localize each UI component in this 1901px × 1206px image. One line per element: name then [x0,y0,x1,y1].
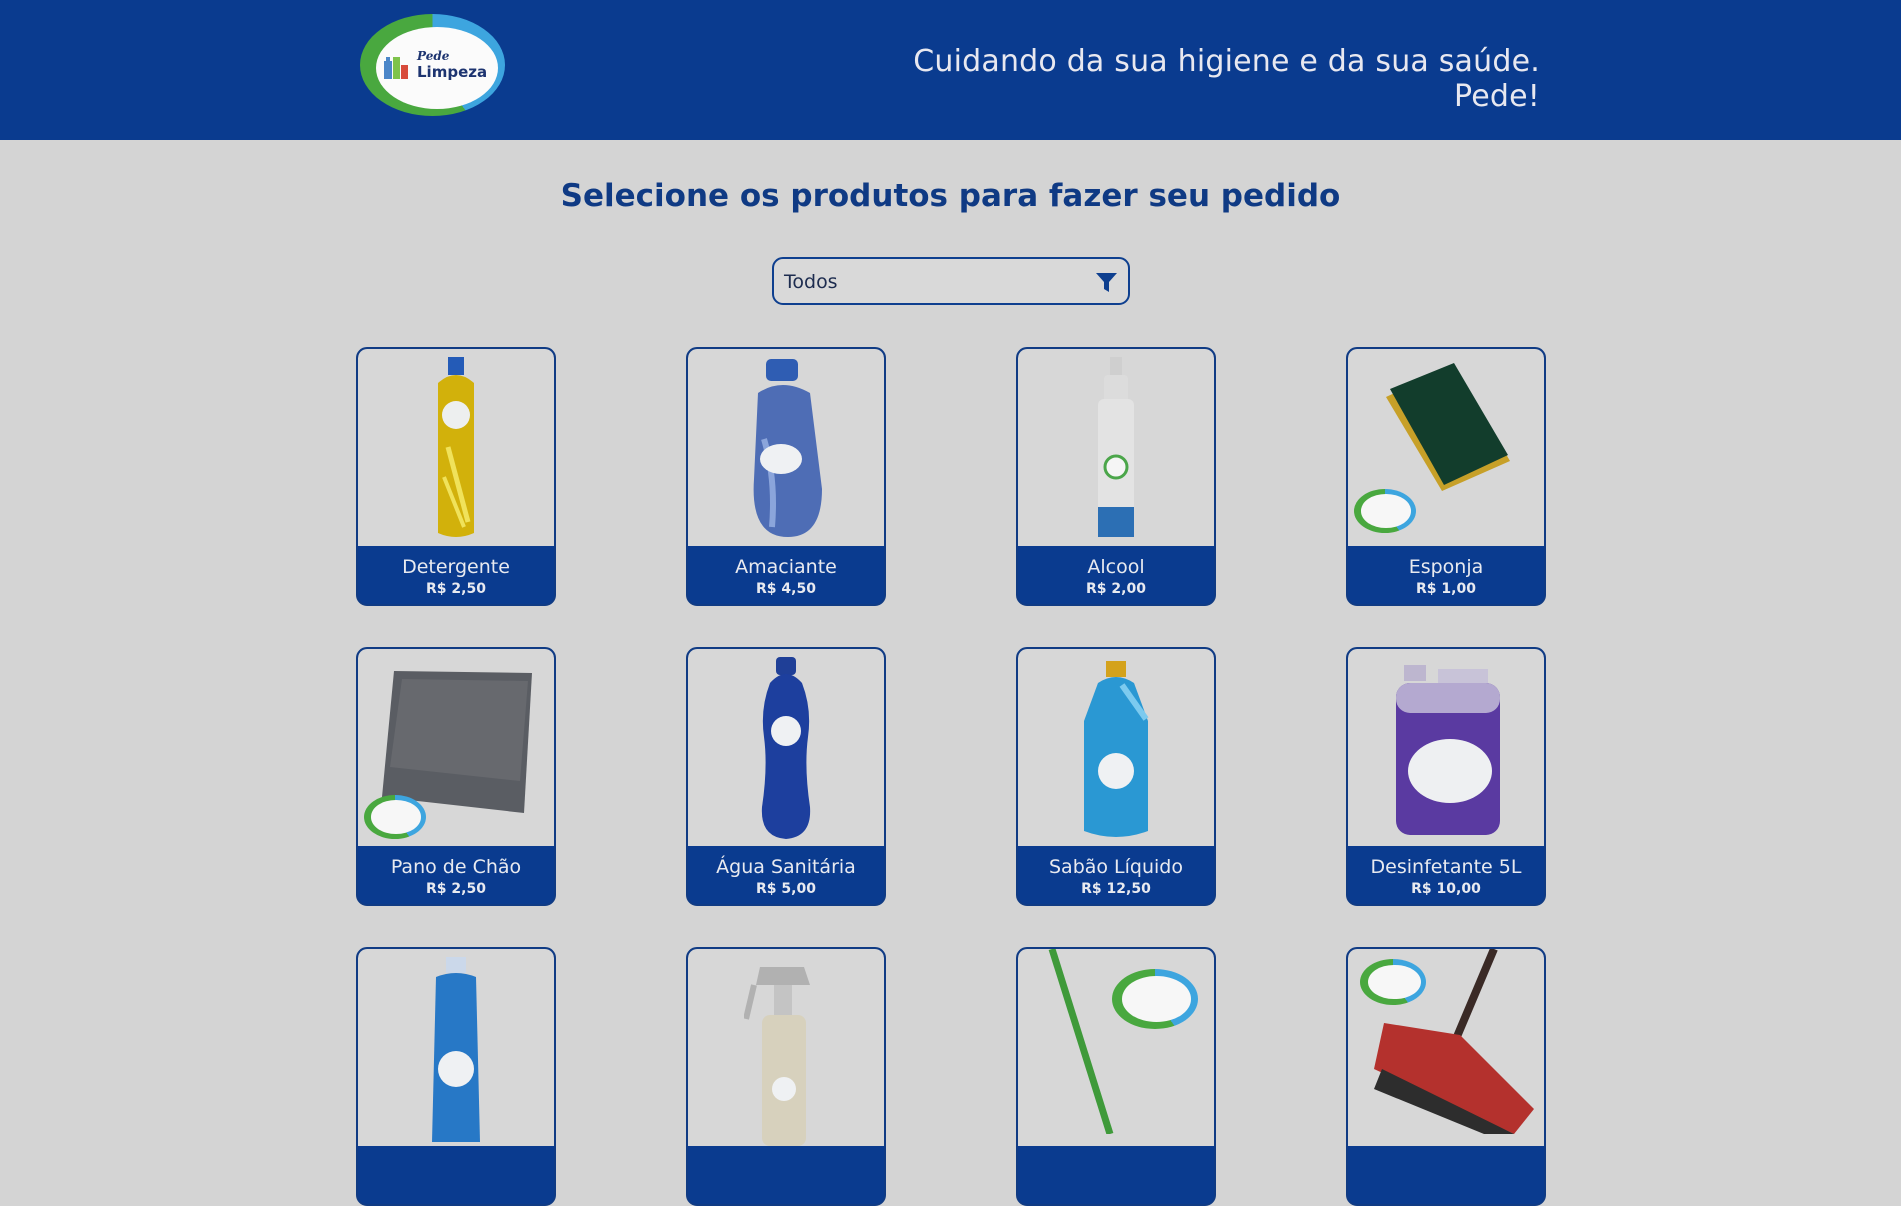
product-image [1018,949,1214,1146]
detergent-bottle-icon [438,357,474,537]
product-name: Amaciante [735,556,837,578]
bleach-bottle-icon [761,657,811,839]
brand-logo[interactable]: Pede Limpeza [360,14,505,116]
product-image [1348,949,1544,1146]
product-image [1018,649,1214,846]
product-name: Sabão Líquido [1048,856,1183,878]
product-card-desinfetante-5l[interactable]: Desinfetante 5L R$ 10,00 [1346,647,1546,906]
product-card-spray-bottle[interactable] [686,947,886,1206]
product-name: Água Sanitária [716,856,856,878]
fabric-softener-bottle-icon [753,359,822,537]
liquid-soap-bottle-icon [1084,661,1149,837]
filter-selected-value: Todos [784,271,838,293]
product-card-amaciante[interactable]: Amaciante R$ 4,50 [686,347,886,606]
cleaning-products-icon [384,57,408,79]
filter-icon [1096,273,1117,292]
disinfectant-gallon-icon [1396,665,1500,835]
product-card-pano-de-chao[interactable]: Pano de Chão R$ 2,50 [356,647,556,906]
header-tagline: Cuidando da sua higiene e da sua saúde. … [913,44,1540,114]
product-price: R$ 2,50 [426,581,486,597]
product-image [358,649,554,846]
product-name: Desinfetante 5L [1370,856,1522,878]
product-name: Pano de Chão [390,856,522,878]
product-image [688,649,884,846]
blue-bottle-icon [432,957,480,1142]
product-image [688,949,884,1146]
category-filter-select[interactable]: Todos [772,257,1130,305]
product-card-red-broom[interactable] [1346,947,1546,1206]
product-image [358,349,554,546]
product-price: R$ 2,50 [426,881,486,897]
product-card-detergente[interactable]: Detergente R$ 2,50 [356,347,556,606]
logo-text-pede: Pede [417,49,450,63]
product-image [1018,349,1214,546]
brand-badge-icon [1360,959,1426,1005]
product-image [358,949,554,1146]
product-price: R$ 10,00 [1411,881,1481,897]
product-name: Alcool [1087,556,1145,578]
page-title: Selecione os produtos para fazer seu ped… [560,178,1341,214]
product-price: R$ 2,00 [1086,581,1146,597]
brand-badge-icon [1112,969,1198,1029]
header: Pede Limpeza Cuidando da sua higiene e d… [0,0,1901,140]
product-card-blue-bottle[interactable] [356,947,556,1206]
alcohol-spray-icon [1098,357,1134,537]
brand-badge-icon [1354,489,1416,533]
product-card-green-broom[interactable] [1016,947,1216,1206]
product-card-alcool[interactable]: Alcool R$ 2,00 [1016,347,1216,606]
product-image [1348,349,1544,546]
product-name: Esponja [1408,556,1484,578]
spray-bottle-icon [744,967,810,1146]
product-name: Detergente [402,556,510,578]
product-card-esponja[interactable]: Esponja R$ 1,00 [1346,347,1546,606]
product-card-sabao-liquido[interactable]: Sabão Líquido R$ 12,50 [1016,647,1216,906]
product-card-agua-sanitaria[interactable]: Água Sanitária R$ 5,00 [686,647,886,906]
logo-text-limpeza: Limpeza [417,63,488,81]
product-image [688,349,884,546]
product-price: R$ 5,00 [756,881,816,897]
floor-cloth-icon [382,671,532,813]
broom-icon [1048,949,1114,1134]
product-price: R$ 4,50 [756,581,816,597]
brand-badge-icon [364,795,426,839]
product-image [1348,649,1544,846]
sponge-icon [1386,363,1510,491]
product-price: R$ 12,50 [1081,881,1151,897]
product-price: R$ 1,00 [1416,581,1476,597]
